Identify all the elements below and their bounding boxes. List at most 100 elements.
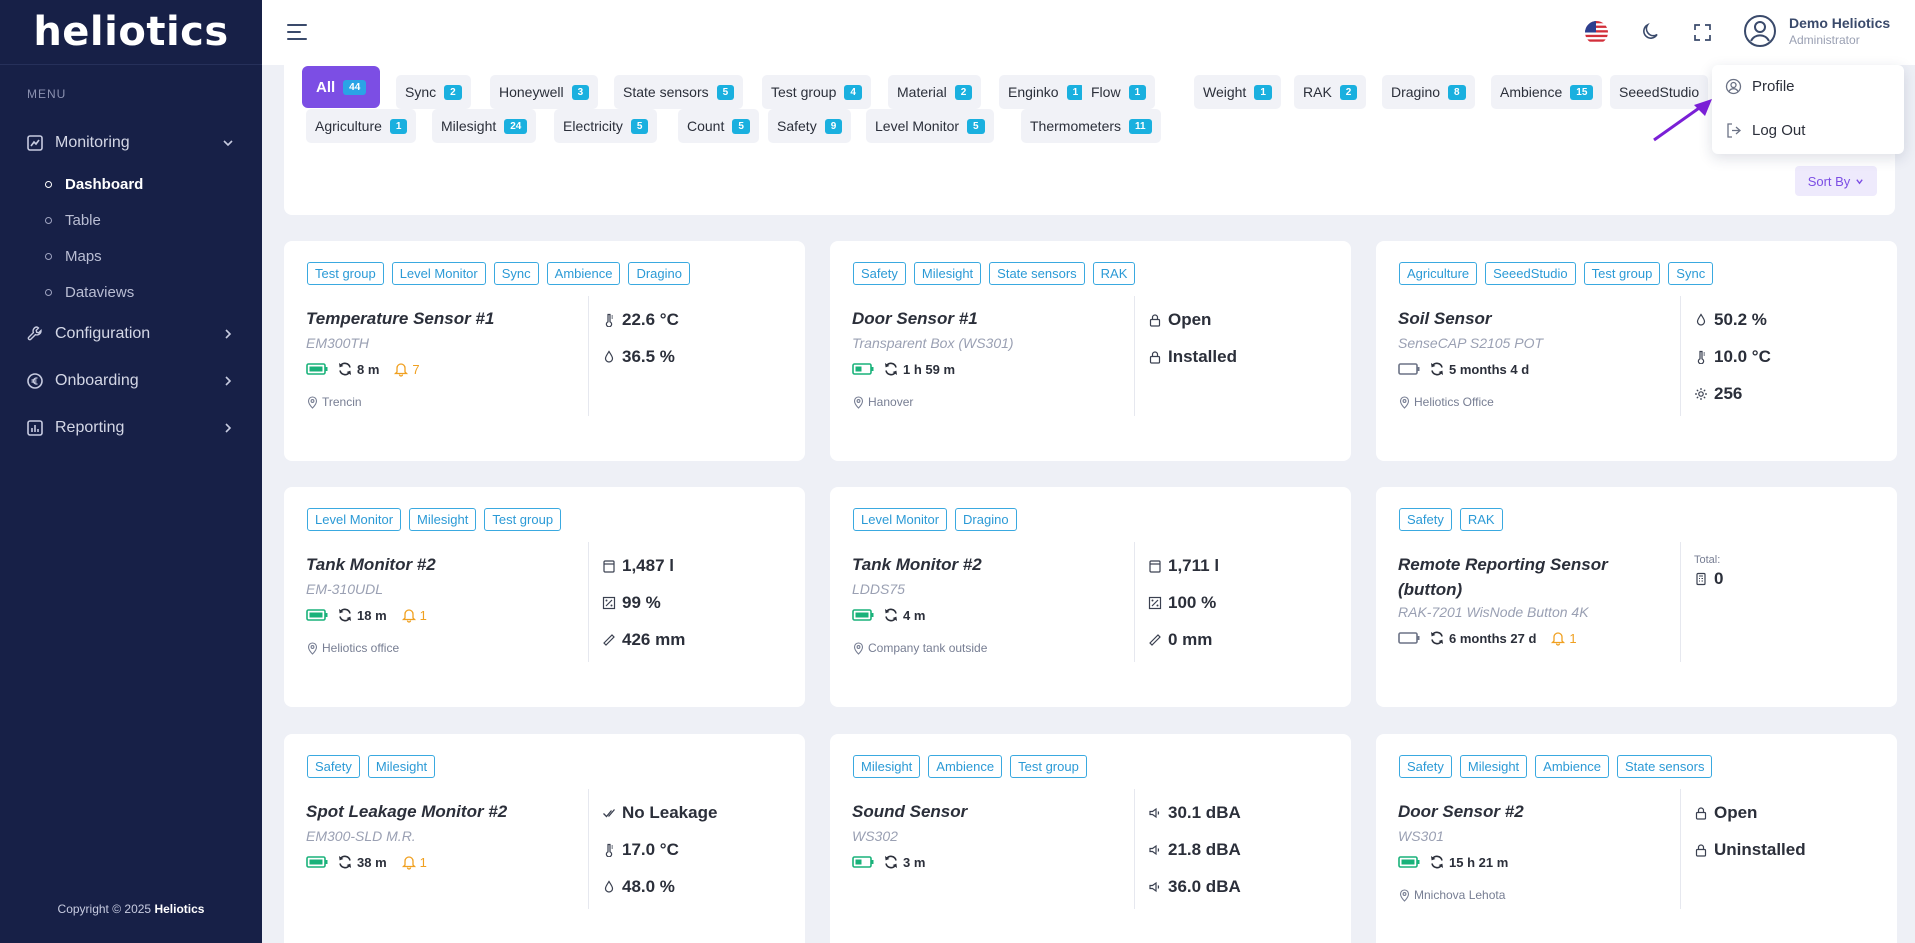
tag-badge[interactable]: Milesight <box>913 262 982 285</box>
sensor-name[interactable]: Tank Monitor #2 <box>306 552 566 577</box>
droplet-icon <box>604 879 614 893</box>
tag-badge[interactable]: Agriculture <box>1399 262 1478 285</box>
filter-chip-enginko[interactable]: Enginko 1 <box>999 75 1094 109</box>
filter-chip-rak[interactable]: RAK 2 <box>1294 75 1367 109</box>
filter-chip-safety[interactable]: Safety 9 <box>768 109 852 143</box>
tag-badge[interactable]: Milesight <box>853 755 921 778</box>
sensor-card[interactable]: Agriculture SeeedStudio Test group Sync Soil… <box>1376 241 1897 461</box>
filter-chip-test-group[interactable]: Test group 4 <box>762 75 871 109</box>
tag-badge[interactable]: RAK <box>1459 508 1503 531</box>
bell-icon <box>401 609 416 623</box>
sensor-card[interactable]: Test group Level Monitor Sync Ambience Dragi… <box>284 241 805 461</box>
gear-icon <box>1695 387 1707 400</box>
card-divider <box>1134 296 1135 416</box>
filter-chip-honeywell[interactable]: Honeywell 3 <box>490 75 599 109</box>
brand-logo[interactable]: heliotics <box>0 0 262 65</box>
moon-icon[interactable] <box>1640 22 1660 42</box>
tag-badge[interactable]: Milesight <box>1459 755 1528 778</box>
sidebar-item-table[interactable]: Table <box>0 202 262 238</box>
tag-badge[interactable]: State sensors <box>1616 755 1713 778</box>
sidebar-item-maps[interactable]: Maps <box>0 238 262 274</box>
tag-badge[interactable]: Dragino <box>955 508 1017 531</box>
nav-monitoring[interactable]: Monitoring <box>0 119 262 166</box>
hamburger-menu-icon[interactable] <box>286 22 308 42</box>
sensor-card[interactable]: Milesight Ambience Test group Sound Sensor W… <box>830 734 1351 943</box>
sensor-name[interactable]: Soil Sensor <box>1398 306 1658 331</box>
sensor-card[interactable]: Level Monitor Milesight Test group Tank Mon… <box>284 487 805 707</box>
chevron-down-icon <box>223 139 233 146</box>
tag-badge[interactable]: Sync <box>1668 262 1714 285</box>
tag-badge[interactable]: Safety <box>1399 508 1452 531</box>
filter-chip-milesight[interactable]: Milesight 24 <box>432 109 537 143</box>
tag-badge[interactable]: Milesight <box>409 508 477 531</box>
filter-chip-weight[interactable]: Weight 1 <box>1194 75 1281 109</box>
filter-chip-all[interactable]: All 44 <box>302 66 381 108</box>
nav-onboarding[interactable]: Onboarding <box>0 357 262 404</box>
sensor-name[interactable]: Door Sensor #2 <box>1398 799 1658 824</box>
filter-chip-count[interactable]: Count 5 <box>678 109 759 143</box>
sensor-card[interactable]: Safety Milesight Ambience State sensors Door… <box>1376 734 1897 943</box>
map-pin-icon <box>307 641 318 655</box>
alarm-count: 7 <box>412 361 420 377</box>
tag-badge[interactable]: Ambience <box>546 262 621 285</box>
total-label: Total: <box>1694 554 1721 566</box>
filter-chip-material[interactable]: Material 2 <box>888 75 982 109</box>
user-name[interactable]: Demo Heliotics <box>1789 15 1890 31</box>
us-flag-icon[interactable] <box>1585 21 1608 44</box>
logout-menu-item[interactable]: Log Out <box>1725 122 1805 139</box>
reading-row: 36.0 dBA <box>1148 868 1241 905</box>
tag-badge[interactable]: Sync <box>493 262 539 285</box>
tag-badge[interactable]: Test group <box>1010 755 1087 778</box>
sensor-card[interactable]: Safety Milesight State sensors RAK Door Sens… <box>830 241 1351 461</box>
filter-chip-dragino[interactable]: Dragino 8 <box>1382 75 1475 109</box>
sensor-name[interactable]: Remote Reporting Sensor (button) <box>1398 552 1658 602</box>
tag-badge[interactable]: Test group <box>484 508 562 531</box>
sensor-name[interactable]: Door Sensor #1 <box>852 306 1112 331</box>
tag-badge[interactable]: RAK <box>1092 262 1136 285</box>
sensor-name[interactable]: Tank Monitor #2 <box>852 552 1112 577</box>
filter-chip-sync[interactable]: Sync 2 <box>396 75 471 109</box>
filter-chip-state-sensors[interactable]: State sensors 5 <box>614 75 744 109</box>
tag-badge[interactable]: Safety <box>1399 755 1452 778</box>
euro-icon <box>27 372 43 389</box>
tag-badge[interactable]: State sensors <box>989 262 1085 285</box>
tag-badge[interactable]: Dragino <box>628 262 690 285</box>
filter-chip-ambience[interactable]: Ambience 15 <box>1491 75 1603 109</box>
copyright-text: Copyright © 2025 <box>57 902 152 916</box>
tag-badge[interactable]: SeeedStudio <box>1485 262 1576 285</box>
tag-badge[interactable]: Safety <box>307 755 360 778</box>
tag-badge[interactable]: Level Monitor <box>391 262 486 285</box>
filter-chip-flow[interactable]: Flow 1 <box>1082 75 1156 109</box>
filter-chip-label: All <box>316 78 336 96</box>
sensor-card[interactable]: Safety RAK Remote Reporting Sensor (button… <box>1376 487 1897 707</box>
tag-badge[interactable]: Ambience <box>1535 755 1609 778</box>
sensor-card[interactable]: Level Monitor Dragino Tank Monitor #2 LDDS7… <box>830 487 1351 707</box>
tag-badge[interactable]: Level Monitor <box>307 508 402 531</box>
filter-chip-electricity[interactable]: Electricity 5 <box>554 109 658 143</box>
reading-row: 1,711 l <box>1148 547 1219 584</box>
sidebar-item-dashboard[interactable]: Dashboard <box>0 166 262 202</box>
map-pin-icon <box>853 395 864 409</box>
sensor-name[interactable]: Temperature Sensor #1 <box>306 306 566 331</box>
sort-by-button[interactable]: Sort By <box>1795 166 1877 196</box>
sensor-name[interactable]: Spot Leakage Monitor #2 <box>306 799 566 824</box>
tag-badge[interactable]: Ambience <box>928 755 1003 778</box>
fullscreen-icon[interactable] <box>1693 23 1712 42</box>
tag-list: Safety RAK <box>1399 508 1503 531</box>
user-avatar-icon[interactable] <box>1743 14 1777 48</box>
tag-badge[interactable]: Test group <box>1583 262 1661 285</box>
tag-badge[interactable]: Test group <box>307 262 384 285</box>
filter-chip-level-monitor[interactable]: Level Monitor 5 <box>866 109 994 143</box>
sidebar-item-dataviews[interactable]: Dataviews <box>0 274 262 310</box>
filter-chip-agriculture[interactable]: Agriculture 1 <box>306 109 417 143</box>
profile-menu-item[interactable]: Profile <box>1725 78 1795 95</box>
tag-badge[interactable]: Safety <box>853 262 906 285</box>
sensor-name[interactable]: Sound Sensor <box>852 799 1112 824</box>
nav-reporting[interactable]: Reporting <box>0 404 262 451</box>
tag-badge[interactable]: Level Monitor <box>853 508 948 531</box>
sensor-card[interactable]: Safety Milesight Spot Leakage Monitor #2 EM… <box>284 734 805 943</box>
tag-badge[interactable]: Milesight <box>367 755 436 778</box>
reading-value: Open <box>1168 309 1212 329</box>
nav-configuration[interactable]: Configuration <box>0 310 262 357</box>
filter-chip-thermometers[interactable]: Thermometers 11 <box>1021 109 1161 143</box>
